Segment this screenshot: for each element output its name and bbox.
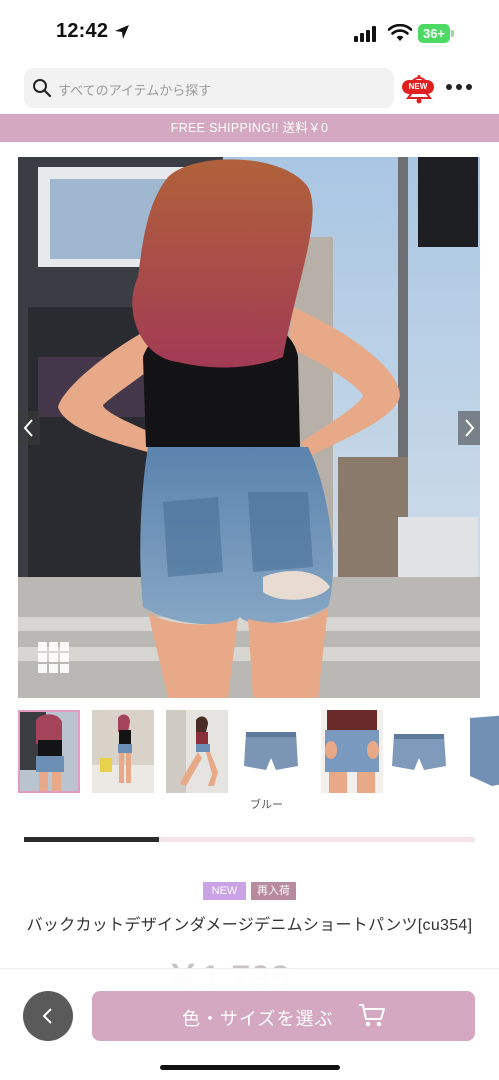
chevron-left-icon — [23, 419, 33, 437]
bottom-action-bar: 色・サイズを選ぶ — [0, 968, 499, 1080]
thumbnail-2[interactable] — [92, 710, 154, 793]
new-tag: NEW — [203, 882, 246, 900]
grid-view-icon[interactable] — [38, 642, 70, 674]
home-indicator — [160, 1065, 340, 1070]
select-color-size-button[interactable]: 色・サイズを選ぶ — [92, 991, 475, 1041]
status-time: 12:42 — [56, 20, 109, 42]
product-title: バックカットデザインダメージデニムショートパンツ[cu354] — [26, 917, 473, 934]
battery-icon: 36+ — [418, 24, 454, 43]
restock-tag: 再入荷 — [251, 882, 296, 900]
photo-scene — [18, 157, 480, 698]
new-badge: NEW — [402, 80, 434, 94]
header: すべてのアイテムから探す NEW — [0, 66, 499, 112]
back-button[interactable] — [23, 991, 73, 1041]
more-icon[interactable] — [446, 84, 472, 92]
gallery-progress — [24, 837, 475, 842]
main-product-photo[interactable] — [18, 157, 480, 698]
select-button-label: 色・サイズを選ぶ — [182, 1009, 334, 1029]
chevron-left-icon — [42, 1008, 52, 1024]
next-image-button[interactable] — [458, 411, 480, 445]
battery-nub — [451, 30, 454, 37]
color-caption: ブルー — [250, 799, 283, 811]
search-placeholder: すべてのアイテムから探す — [58, 83, 212, 98]
thumbnail-6[interactable] — [388, 710, 450, 793]
search-icon — [33, 79, 52, 98]
thumbnail-3[interactable] — [166, 710, 228, 793]
gallery-progress-fill — [24, 837, 160, 842]
search-input[interactable]: すべてのアイテムから探す — [24, 68, 394, 108]
chevron-right-icon — [465, 419, 475, 437]
thumbnail-5[interactable] — [321, 710, 383, 793]
thumbnail-strip — [0, 710, 499, 800]
signal-icon — [354, 26, 376, 42]
free-shipping-banner: FREE SHIPPING!! 送料￥0 — [0, 114, 499, 142]
cart-icon — [359, 1004, 385, 1027]
location-arrow-icon — [115, 25, 129, 39]
prev-image-button[interactable] — [18, 411, 40, 445]
thumbnail-7[interactable] — [462, 710, 499, 793]
wifi-icon — [388, 24, 412, 41]
status-bar: 12:42 36+ — [0, 0, 499, 62]
thumbnail-1[interactable] — [18, 710, 80, 793]
thumbnail-4[interactable] — [240, 710, 302, 793]
battery-level: 36+ — [418, 24, 450, 43]
notification-button[interactable]: NEW — [402, 72, 436, 106]
